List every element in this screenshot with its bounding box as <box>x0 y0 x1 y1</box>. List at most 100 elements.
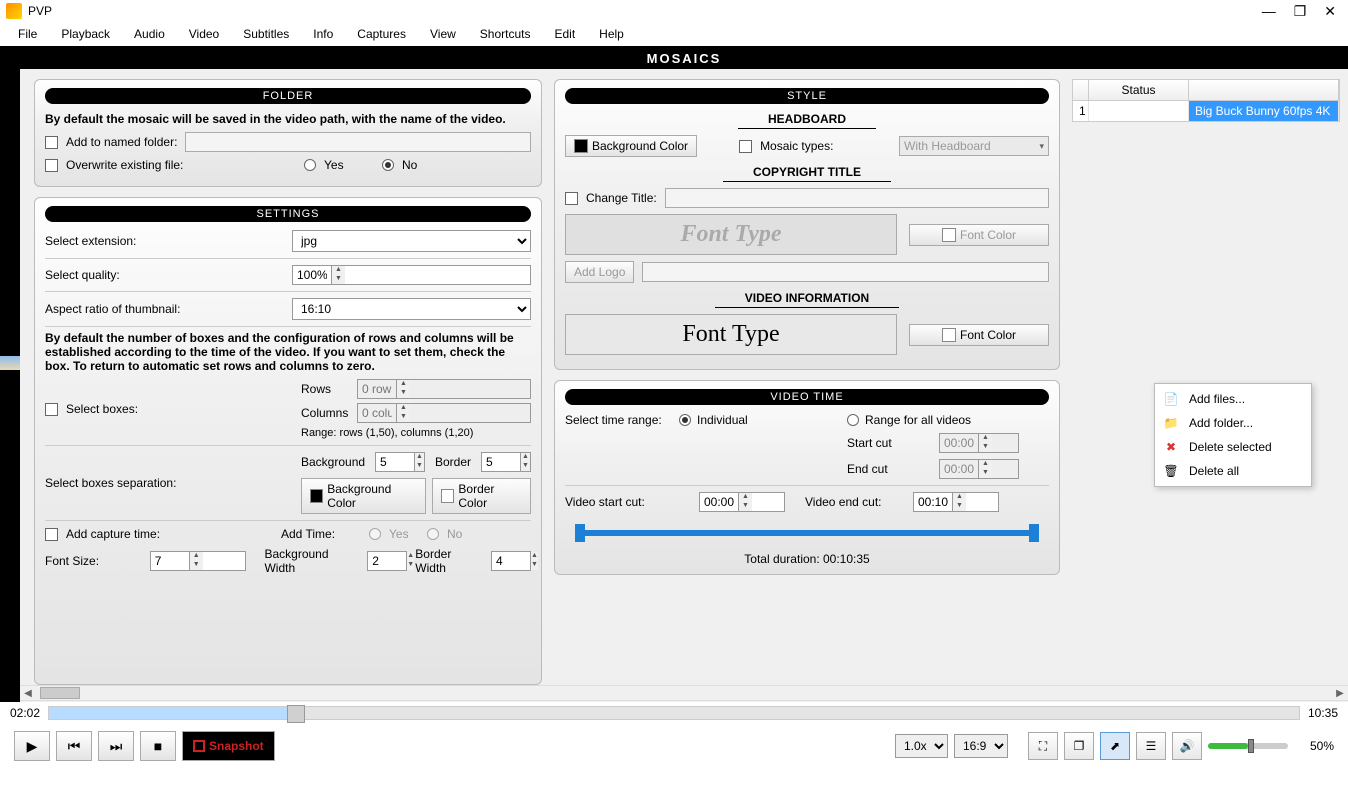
menu-playback[interactable]: Playback <box>49 23 122 45</box>
trash-icon: 🗑 <box>1163 463 1179 479</box>
menu-help[interactable]: Help <box>587 23 636 45</box>
seek-track[interactable] <box>48 706 1300 720</box>
ctx-delete-selected[interactable]: ✖Delete selected <box>1157 435 1309 459</box>
menu-view[interactable]: View <box>418 23 468 45</box>
time-range-slider[interactable] <box>575 522 1039 542</box>
menu-captures[interactable]: Captures <box>345 23 418 45</box>
ctx-delete-all[interactable]: 🗑Delete all <box>1157 459 1309 483</box>
style-title: STYLE <box>565 88 1049 104</box>
playlist-button[interactable]: ☰ <box>1136 732 1166 760</box>
maximize-button[interactable]: ❐ <box>1294 3 1307 20</box>
rangeall-radio[interactable] <box>847 414 859 426</box>
startcut-spinner[interactable]: ▲▼ <box>939 433 1019 453</box>
addtime-yes-radio[interactable] <box>369 528 381 540</box>
sep-label: Select boxes separation: <box>45 476 293 490</box>
menu-video[interactable]: Video <box>177 23 231 45</box>
individual-label: Individual <box>697 413 748 427</box>
addtime-no-label: No <box>447 527 462 541</box>
ext-select[interactable]: jpg <box>292 230 531 252</box>
aspect-select[interactable]: 16:10 <box>292 298 531 320</box>
bgwidth-spinner[interactable]: ▲▼ <box>367 551 407 571</box>
bg-color-btn[interactable]: Background Color <box>301 478 426 514</box>
ctx-add-folder[interactable]: 📁Add folder... <box>1157 411 1309 435</box>
aspect-label: Aspect ratio of thumbnail: <box>45 302 284 316</box>
stop-button[interactable]: ■ <box>140 731 176 761</box>
individual-radio[interactable] <box>679 414 691 426</box>
add-logo-btn[interactable]: Add Logo <box>565 261 634 283</box>
add-named-label: Add to named folder: <box>66 135 177 149</box>
context-menu: 📄Add files... 📁Add folder... ✖Delete sel… <box>1154 383 1312 487</box>
menu-audio[interactable]: Audio <box>122 23 177 45</box>
mute-button[interactable]: 🔊 <box>1172 732 1202 760</box>
menu-shortcuts[interactable]: Shortcuts <box>468 23 543 45</box>
row-name: Big Buck Bunny 60fps 4K <box>1189 101 1339 121</box>
change-title-check[interactable] <box>565 192 578 205</box>
select-boxes-check[interactable] <box>45 403 58 416</box>
ctx-add-files[interactable]: 📄Add files... <box>1157 387 1309 411</box>
menu-edit[interactable]: Edit <box>542 23 587 45</box>
capture-time-label: Add capture time: <box>66 527 160 541</box>
overwrite-check[interactable] <box>45 159 58 172</box>
minimize-button[interactable]: — <box>1262 3 1276 20</box>
menu-info[interactable]: Info <box>301 23 345 45</box>
copyright-font-btn[interactable]: Font Type <box>565 214 897 255</box>
vidend-spinner[interactable]: ▲▼ <box>913 492 999 512</box>
strip-thumbnail <box>0 356 20 370</box>
cursor-button[interactable]: ⬈ <box>1100 732 1130 760</box>
copyright-fontcolor-btn[interactable]: Font Color <box>909 224 1049 246</box>
borderwidth-spinner[interactable]: ▲▼ <box>491 551 531 571</box>
vidstart-label: Video start cut: <box>565 495 691 509</box>
folder-desc: By default the mosaic will be saved in t… <box>45 112 531 126</box>
speed-select[interactable]: 1.0x <box>895 734 948 758</box>
seek-current: 02:02 <box>10 706 40 720</box>
bg-sep-spinner[interactable]: ▲▼ <box>375 452 425 472</box>
add-named-check[interactable] <box>45 136 58 149</box>
rows-spinner[interactable]: ▲▼ <box>357 379 531 399</box>
addtime-no-radio[interactable] <box>427 528 439 540</box>
play-button[interactable]: ▶ <box>14 731 50 761</box>
videoinfo-fontcolor-btn[interactable]: Font Color <box>909 324 1049 346</box>
close-button[interactable]: ✕ <box>1324 3 1336 20</box>
settings-card: SETTINGS Select extension: jpg Select qu… <box>34 197 542 685</box>
cols-spinner[interactable]: ▲▼ <box>357 403 531 423</box>
fontsize-spinner[interactable]: ▲▼ <box>150 551 247 571</box>
menu-subtitles[interactable]: Subtitles <box>231 23 301 45</box>
endcut-spinner[interactable]: ▲▼ <box>939 459 1019 479</box>
ratio-select[interactable]: 16:9 <box>954 734 1008 758</box>
ext-label: Select extension: <box>45 234 284 248</box>
vidstart-spinner[interactable]: ▲▼ <box>699 492 785 512</box>
style-bgcolor-btn[interactable]: Background Color <box>565 135 697 157</box>
next-button[interactable]: ⏭ <box>98 731 134 761</box>
prev-button[interactable]: ⏮ <box>56 731 92 761</box>
videoinfo-font-btn[interactable]: Font Type <box>565 314 897 355</box>
quality-label: Select quality: <box>45 268 284 282</box>
mosaic-types-check[interactable] <box>739 140 752 153</box>
border-sep-spinner[interactable]: ▲▼ <box>481 452 531 472</box>
change-title-input[interactable] <box>665 188 1049 208</box>
border-color-btn[interactable]: Border Color <box>432 478 531 514</box>
overwrite-yes-radio[interactable] <box>304 159 316 171</box>
table-row[interactable]: 1 Big Buck Bunny 60fps 4K <box>1073 101 1339 121</box>
snapshot-button[interactable]: Snapshot <box>182 731 275 761</box>
app-icon <box>6 3 22 19</box>
menu-file[interactable]: File <box>6 23 49 45</box>
overwrite-no-radio[interactable] <box>382 159 394 171</box>
status-hdr[interactable]: Status <box>1089 80 1189 100</box>
row-num: 1 <box>1073 101 1089 121</box>
app-title: PVP <box>28 4 52 18</box>
change-title-label: Change Title: <box>586 191 657 205</box>
box-desc: By default the number of boxes and the c… <box>45 331 531 373</box>
quality-spinner[interactable]: ▲▼ <box>292 265 531 285</box>
logo-path-input[interactable] <box>642 262 1049 282</box>
fullscreen-button[interactable]: ⛶ <box>1028 732 1058 760</box>
mosaic-types-select[interactable]: With Headboard <box>899 136 1049 156</box>
control-bar: ▶ ⏮ ⏭ ■ Snapshot 1.0x 16:9 ⛶ ❐ ⬈ ☰ 🔊 50% <box>0 724 1348 768</box>
capture-time-check[interactable] <box>45 528 58 541</box>
add-named-input[interactable] <box>185 132 531 152</box>
pip-button[interactable]: ❐ <box>1064 732 1094 760</box>
h-scrollbar[interactable]: ◀ ▶ <box>20 685 1348 701</box>
titlebar: PVP — ❐ ✕ <box>0 0 1348 22</box>
folder-title: FOLDER <box>45 88 531 104</box>
overwrite-yes-label: Yes <box>324 158 374 172</box>
volume-slider[interactable] <box>1208 743 1288 749</box>
